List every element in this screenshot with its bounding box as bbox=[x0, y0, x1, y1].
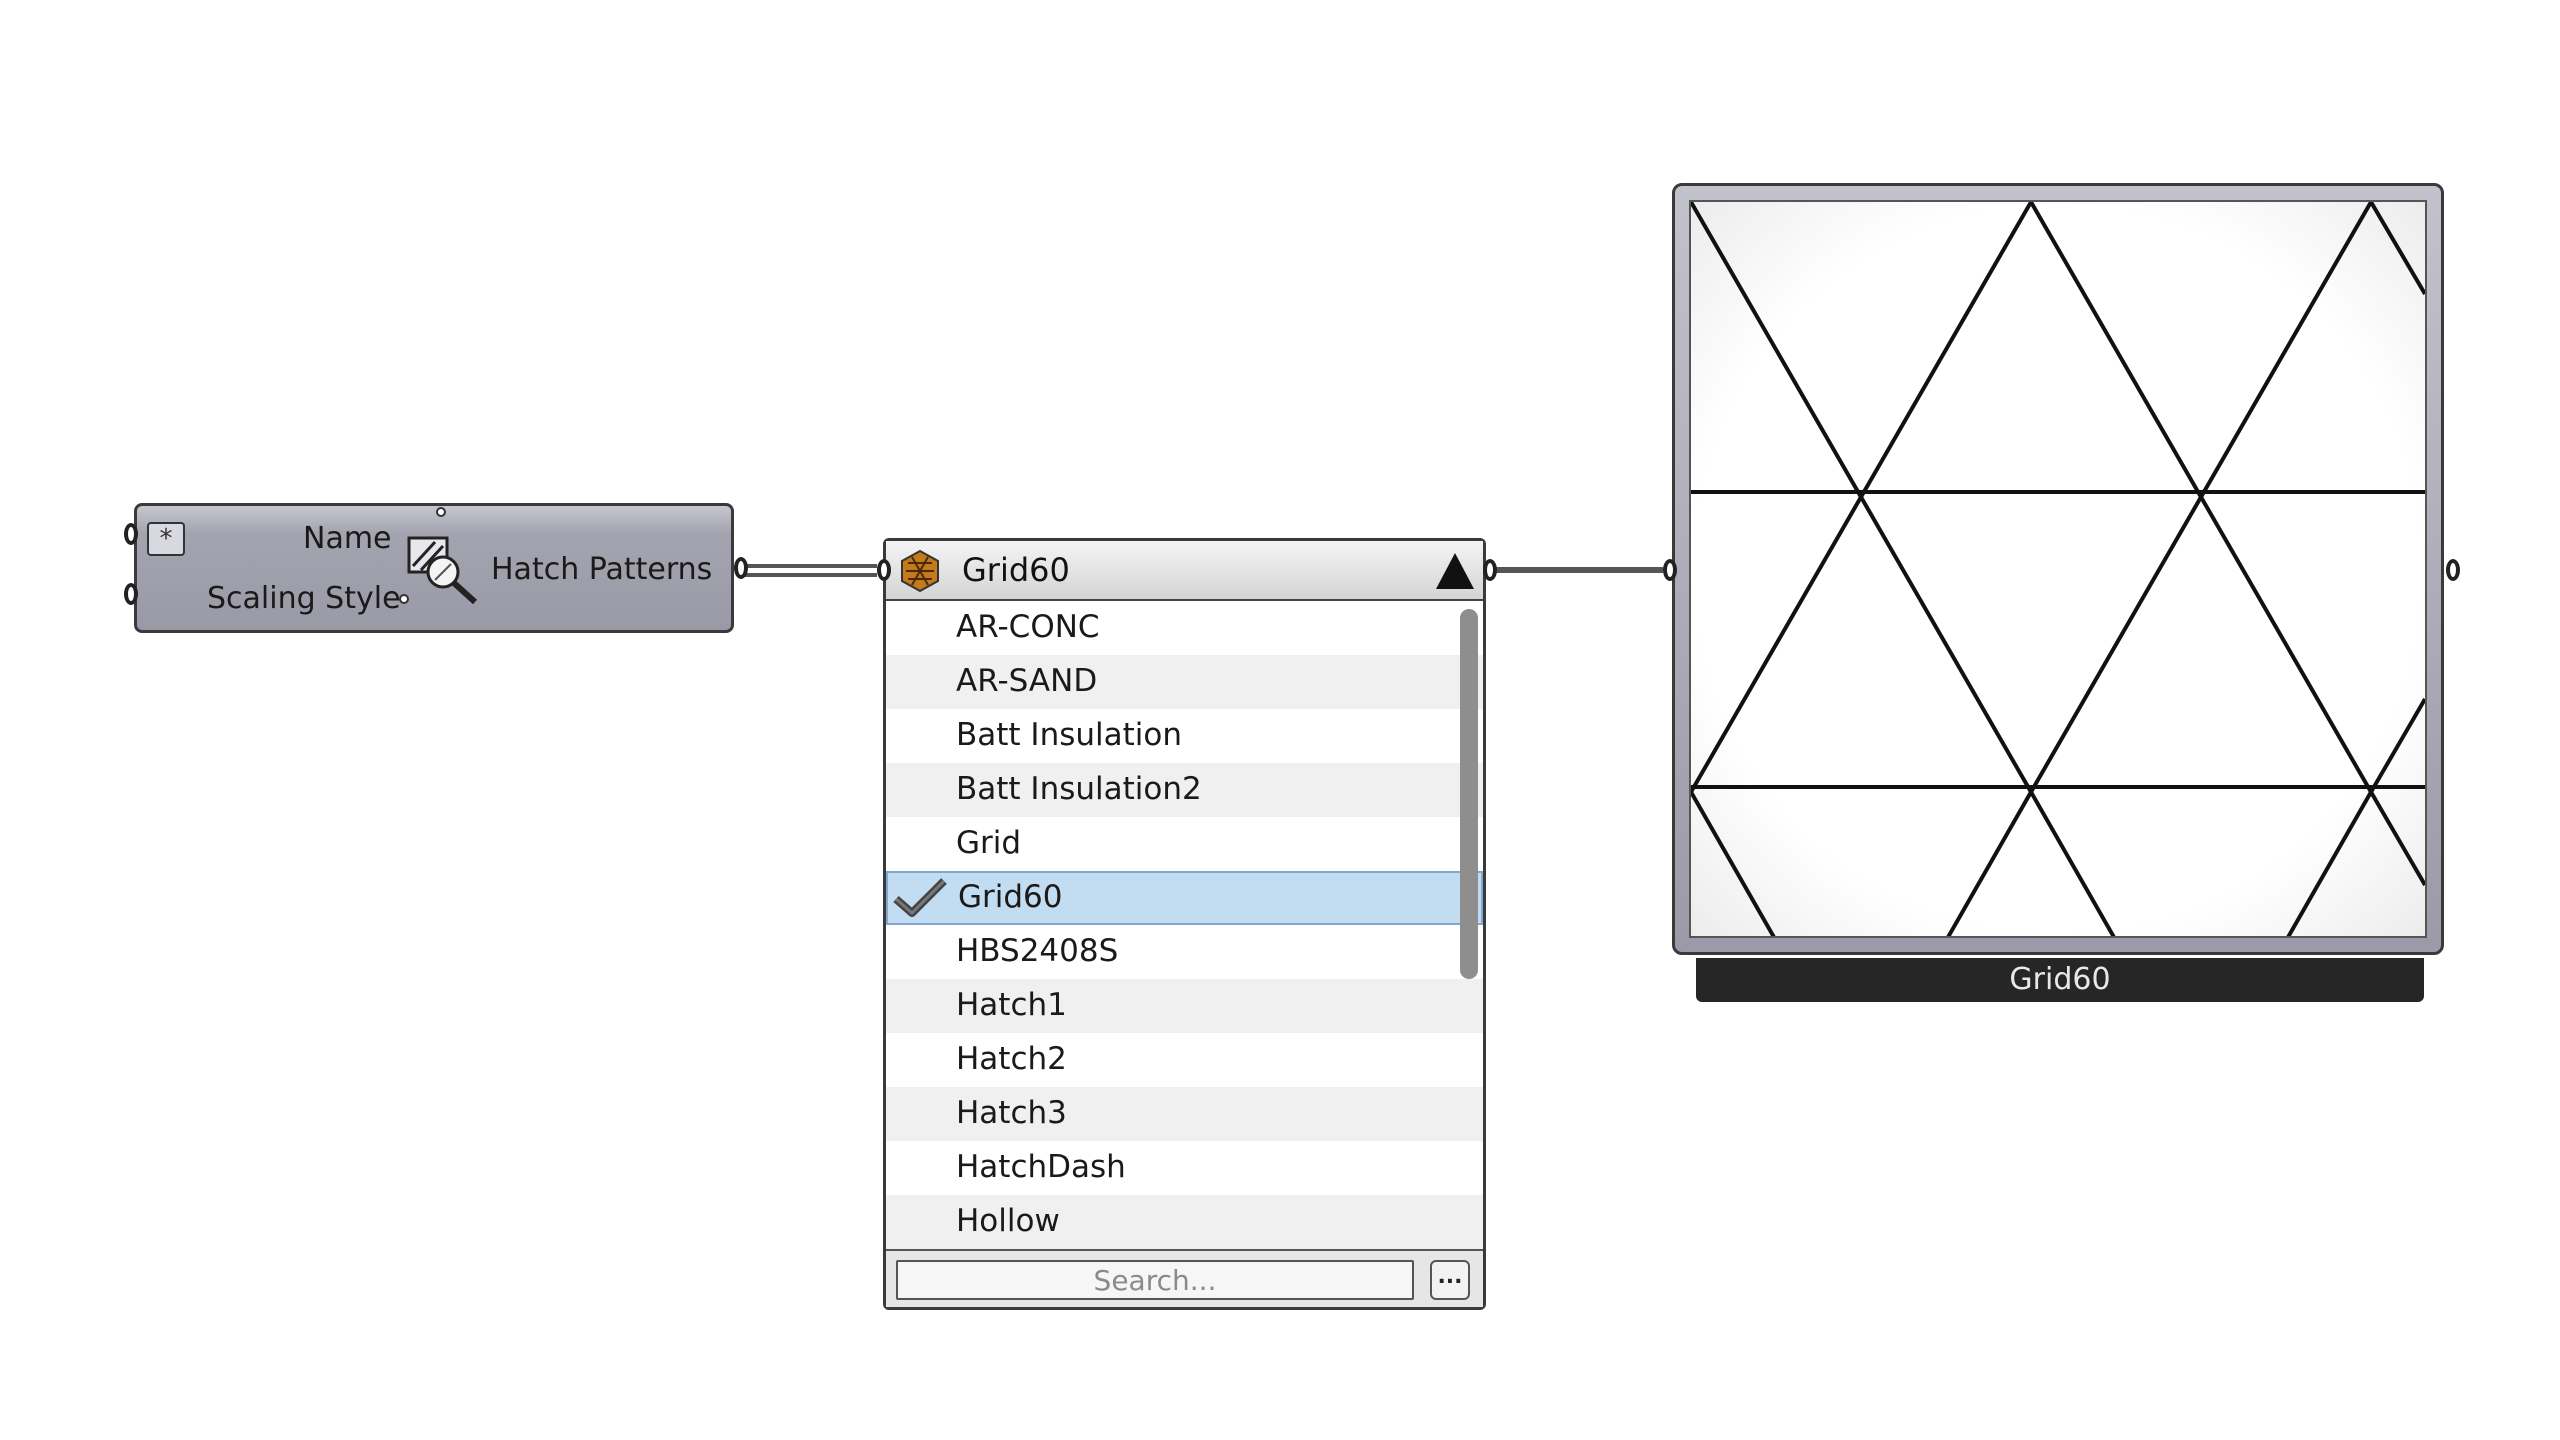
output-port-hatch[interactable] bbox=[734, 557, 748, 579]
dropdown-selected-value: Grid60 bbox=[962, 551, 1070, 589]
list-item-selected[interactable]: Grid60 bbox=[886, 871, 1483, 925]
dropdown-output-port[interactable] bbox=[1483, 559, 1497, 581]
list-item[interactable]: HBS2408S bbox=[886, 925, 1483, 979]
list-item[interactable]: AR-CONC bbox=[886, 601, 1483, 655]
hatch-search-icon bbox=[407, 536, 478, 605]
dropdown-input-port[interactable] bbox=[877, 559, 891, 581]
star-icon[interactable]: * bbox=[147, 522, 185, 556]
hatch-preview-canvas bbox=[1689, 200, 2427, 938]
top-dot bbox=[436, 507, 446, 517]
list-item[interactable]: AR-SAND bbox=[886, 655, 1483, 709]
list-item[interactable]: Batt Insulation bbox=[886, 709, 1483, 763]
input-port-name[interactable] bbox=[124, 523, 138, 545]
list-scrollbar[interactable] bbox=[1460, 609, 1478, 979]
preview-output-port[interactable] bbox=[2446, 559, 2460, 581]
hatch-pattern-dropdown[interactable]: Grid60 AR-CONC AR-SAND Batt Insulation B… bbox=[883, 538, 1486, 1310]
list-item[interactable]: Hollow bbox=[886, 1195, 1483, 1249]
hatch-swatch-icon bbox=[901, 549, 939, 593]
list-item[interactable]: Hatch2 bbox=[886, 1033, 1483, 1087]
hatch-preview-panel[interactable] bbox=[1672, 183, 2444, 955]
triangle-up-icon[interactable] bbox=[1434, 551, 1476, 591]
hatch-patterns-component[interactable]: * Name Scaling Style Hatch Patterns bbox=[134, 503, 734, 633]
preview-input-port[interactable] bbox=[1663, 559, 1677, 581]
dropdown-header[interactable]: Grid60 bbox=[886, 541, 1483, 601]
input-name-label: Name bbox=[303, 521, 392, 556]
output-hatch-patterns-label: Hatch Patterns bbox=[491, 552, 713, 587]
list-item[interactable]: Batt Insulation2 bbox=[886, 763, 1483, 817]
dropdown-footer: ... bbox=[886, 1249, 1483, 1307]
preview-caption: Grid60 bbox=[1696, 958, 2424, 1002]
search-input[interactable] bbox=[896, 1260, 1414, 1300]
grid60-pattern-preview bbox=[1691, 202, 2425, 936]
list-item[interactable]: Hatch1 bbox=[886, 979, 1483, 1033]
list-item[interactable]: HatchDash bbox=[886, 1141, 1483, 1195]
dropdown-list[interactable]: AR-CONC AR-SAND Batt Insulation Batt Ins… bbox=[886, 601, 1483, 1249]
input-scaling-style-label: Scaling Style bbox=[207, 581, 401, 616]
more-options-button[interactable]: ... bbox=[1430, 1260, 1470, 1300]
list-item[interactable]: Grid bbox=[886, 817, 1483, 871]
input-port-scaling[interactable] bbox=[124, 583, 138, 605]
checkmark-icon bbox=[893, 878, 947, 917]
list-item[interactable]: Hatch3 bbox=[886, 1087, 1483, 1141]
